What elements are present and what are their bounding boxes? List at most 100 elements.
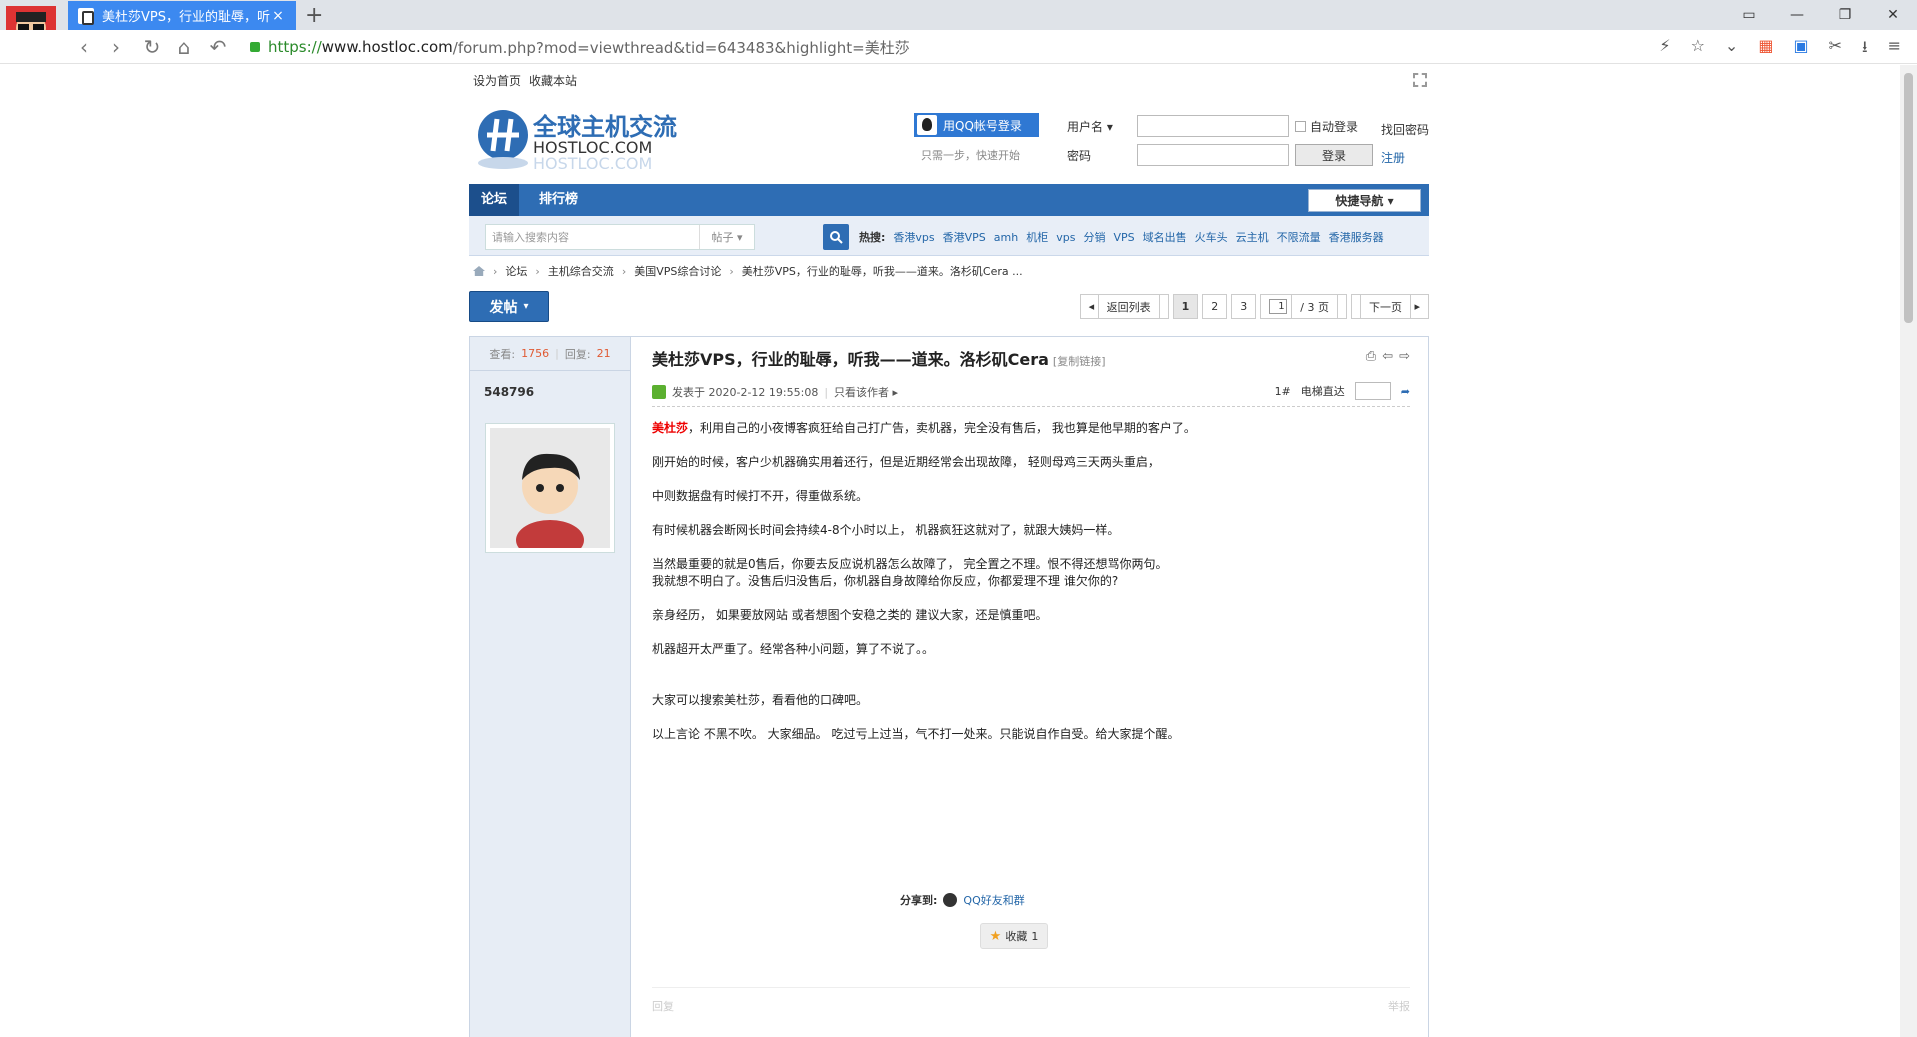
page-2[interactable]: 2 xyxy=(1202,294,1228,319)
tab-title: 美杜莎VPS，行业的耻辱，听我 xyxy=(102,10,270,25)
hot-link[interactable]: VPS xyxy=(1113,231,1134,244)
forward-icon[interactable]: › xyxy=(104,35,128,59)
next-page-button[interactable]: 下一页 ▸ xyxy=(1350,294,1429,319)
page-viewport: 设为首页 收藏本站 全球主机交流 HOSTLOC.COM HOSTLOC.COM… xyxy=(0,65,1917,1037)
hot-link[interactable]: 香港VPS xyxy=(943,229,986,245)
author-name[interactable]: 548796 xyxy=(470,371,630,413)
translate-icon[interactable]: ▣ xyxy=(1793,36,1808,63)
hot-link[interactable]: 不限流量 xyxy=(1277,229,1321,245)
password-input[interactable] xyxy=(1137,144,1289,166)
floor-jump-input[interactable] xyxy=(1354,382,1391,400)
breadcrumb-current[interactable]: 美杜莎VPS，行业的耻辱，听我——道来。洛杉矶Cera ... xyxy=(742,263,1023,279)
page-jump[interactable]: 1/ 3 页 xyxy=(1260,294,1347,319)
breadcrumb-item[interactable]: 主机综合交流 xyxy=(548,263,614,279)
title-icons: ⎙ ⇦ ⇨ xyxy=(1366,349,1410,364)
hot-link[interactable]: 分销 xyxy=(1083,229,1105,245)
main-nav: 论坛 排行榜 快捷导航 ▾ xyxy=(469,184,1429,216)
close-window-button[interactable]: ✕ xyxy=(1869,0,1917,30)
set-homepage-link[interactable]: 设为首页 xyxy=(473,72,521,89)
star-icon: ★ xyxy=(989,928,1002,944)
divider xyxy=(652,406,1410,407)
username-input[interactable] xyxy=(1137,115,1289,137)
qq-login-button[interactable]: 用QQ帐号登录 xyxy=(914,113,1039,137)
find-password-link[interactable]: 找回密码 xyxy=(1381,121,1429,138)
bookmark-site-link[interactable]: 收藏本站 xyxy=(529,72,577,89)
hot-link[interactable]: 域名出售 xyxy=(1143,229,1187,245)
search-button[interactable] xyxy=(823,224,849,250)
username-label[interactable]: 用户名 ▾ xyxy=(1067,118,1137,135)
svg-text:HOSTLOC.COM: HOSTLOC.COM xyxy=(533,154,652,173)
floor-jump-icon[interactable]: ➦ xyxy=(1401,385,1410,398)
quick-nav-button[interactable]: 快捷导航 ▾ xyxy=(1308,189,1421,212)
hot-link[interactable]: amh xyxy=(994,231,1018,244)
download-icon[interactable]: ⭳ xyxy=(1862,36,1868,63)
prev-thread-icon[interactable]: ⇦ xyxy=(1382,349,1393,364)
page-3[interactable]: 3 xyxy=(1231,294,1257,319)
only-author-link[interactable]: 只看该作者 ▸ xyxy=(834,384,898,400)
hot-link[interactable]: 火车头 xyxy=(1195,229,1228,245)
tab-close-icon[interactable]: × xyxy=(270,8,286,24)
breadcrumb-item[interactable]: 论坛 xyxy=(505,263,527,279)
star-icon[interactable]: ☆ xyxy=(1691,36,1705,63)
browser-tabbar: 美杜莎VPS，行业的耻辱，听我 × + ▭ — ❐ ✕ xyxy=(0,0,1917,58)
reload-icon[interactable]: ↻ xyxy=(140,35,164,59)
register-link[interactable]: 注册 xyxy=(1381,149,1405,166)
back-to-list-button[interactable]: ◂ 返回列表 xyxy=(1079,294,1169,319)
author-avatar[interactable] xyxy=(485,423,615,560)
undo-close-icon[interactable]: ↶ xyxy=(206,35,230,59)
breadcrumb-item[interactable]: 美国VPS综合讨论 xyxy=(634,263,721,279)
page-1[interactable]: 1 xyxy=(1172,294,1199,319)
active-tab[interactable]: 美杜莎VPS，行业的耻辱，听我 × xyxy=(68,1,296,30)
home-icon[interactable] xyxy=(473,266,485,276)
post-paragraph: 美杜莎，利用自己的小夜博客疯狂给自己打广告，卖机器，完全没有售后， 我也算是他早… xyxy=(652,421,1196,435)
back-icon[interactable]: ‹ xyxy=(72,35,96,59)
hot-link[interactable]: vps xyxy=(1056,231,1075,244)
auto-login-checkbox[interactable] xyxy=(1295,120,1306,132)
post-meta: 发表于 2020-2-12 19:55:08 | 只看该作者 ▸ xyxy=(652,384,898,400)
floor-info: 1# 电梯直达 ➦ xyxy=(1275,382,1410,400)
share-qq-link[interactable]: QQ好友和群 xyxy=(963,892,1024,908)
apps-icon[interactable]: ▦ xyxy=(1758,36,1773,63)
thread-actions: 发帖 ▾ ◂ 返回列表 1 2 3 1/ 3 页 下一页 ▸ xyxy=(469,291,1429,325)
hot-link[interactable]: 香港vps xyxy=(893,229,934,245)
copy-link[interactable]: [复制链接] xyxy=(1053,353,1106,369)
scissors-icon[interactable]: ✂ xyxy=(1829,36,1842,63)
next-thread-icon[interactable]: ⇨ xyxy=(1399,349,1410,364)
post-body: 美杜莎，利用自己的小夜博客疯狂给自己打广告，卖机器，完全没有售后， 我也算是他早… xyxy=(652,420,1412,760)
page-scrollbar[interactable] xyxy=(1900,65,1917,1037)
reply-link[interactable]: 回复 xyxy=(652,998,674,1014)
search-category-select[interactable]: 帖子 ▾ xyxy=(699,225,754,249)
pagination: ◂ 返回列表 1 2 3 1/ 3 页 下一页 ▸ xyxy=(1079,294,1429,319)
minimize-button[interactable]: — xyxy=(1773,0,1821,30)
floor-jump-label: 电梯直达 xyxy=(1300,385,1345,398)
lightning-icon[interactable]: ⚡ xyxy=(1659,36,1670,63)
page-jump-input[interactable]: 1 xyxy=(1269,299,1288,314)
chevron-down-icon[interactable]: ⌄ xyxy=(1725,36,1738,63)
new-tab-button[interactable]: + xyxy=(305,3,323,28)
search-input[interactable]: 请输入搜索内容 帖子 ▾ xyxy=(485,224,755,250)
skin-icon[interactable]: ▭ xyxy=(1725,0,1773,30)
scrollbar-thumb[interactable] xyxy=(1904,73,1913,323)
favorite-button[interactable]: ★ 收藏 1 xyxy=(980,923,1048,949)
hot-link[interactable]: 香港服务器 xyxy=(1329,229,1384,245)
hot-link[interactable]: 机柜 xyxy=(1026,229,1048,245)
favorite-count: 1 xyxy=(1031,929,1039,943)
home-icon[interactable]: ⌂ xyxy=(172,35,196,59)
nav-forum[interactable]: 论坛 xyxy=(469,184,520,216)
breadcrumb: › 论坛 › 主机综合交流 › 美国VPS综合讨论 › 美杜莎VPS，行业的耻辱… xyxy=(469,259,1429,283)
toolbar-icons: ⚡ ☆ ⌄ ▦ ▣ ✂ ⭳ ≡ xyxy=(1659,36,1901,63)
report-link[interactable]: 举报 xyxy=(1388,998,1410,1014)
password-label: 密码 xyxy=(1067,148,1092,163)
nav-ranking[interactable]: 排行榜 xyxy=(527,184,590,216)
menu-icon[interactable]: ≡ xyxy=(1888,36,1901,63)
view-count: 1756 xyxy=(521,347,550,360)
site-logo[interactable]: 全球主机交流 HOSTLOC.COM HOSTLOC.COM xyxy=(473,105,719,173)
restore-button[interactable]: ❐ xyxy=(1821,0,1869,30)
print-icon[interactable]: ⎙ xyxy=(1366,349,1376,364)
address-bar[interactable]: https:// www.hostloc.com /forum.php?mod=… xyxy=(250,35,1630,59)
qq-icon xyxy=(917,115,937,135)
hot-link[interactable]: 云主机 xyxy=(1236,229,1269,245)
new-post-button[interactable]: 发帖 ▾ xyxy=(469,291,549,322)
search-bar: 请输入搜索内容 帖子 ▾ 热搜: 香港vps 香港VPS amh 机柜 vps … xyxy=(469,216,1429,256)
login-button[interactable]: 登录 xyxy=(1295,144,1373,166)
